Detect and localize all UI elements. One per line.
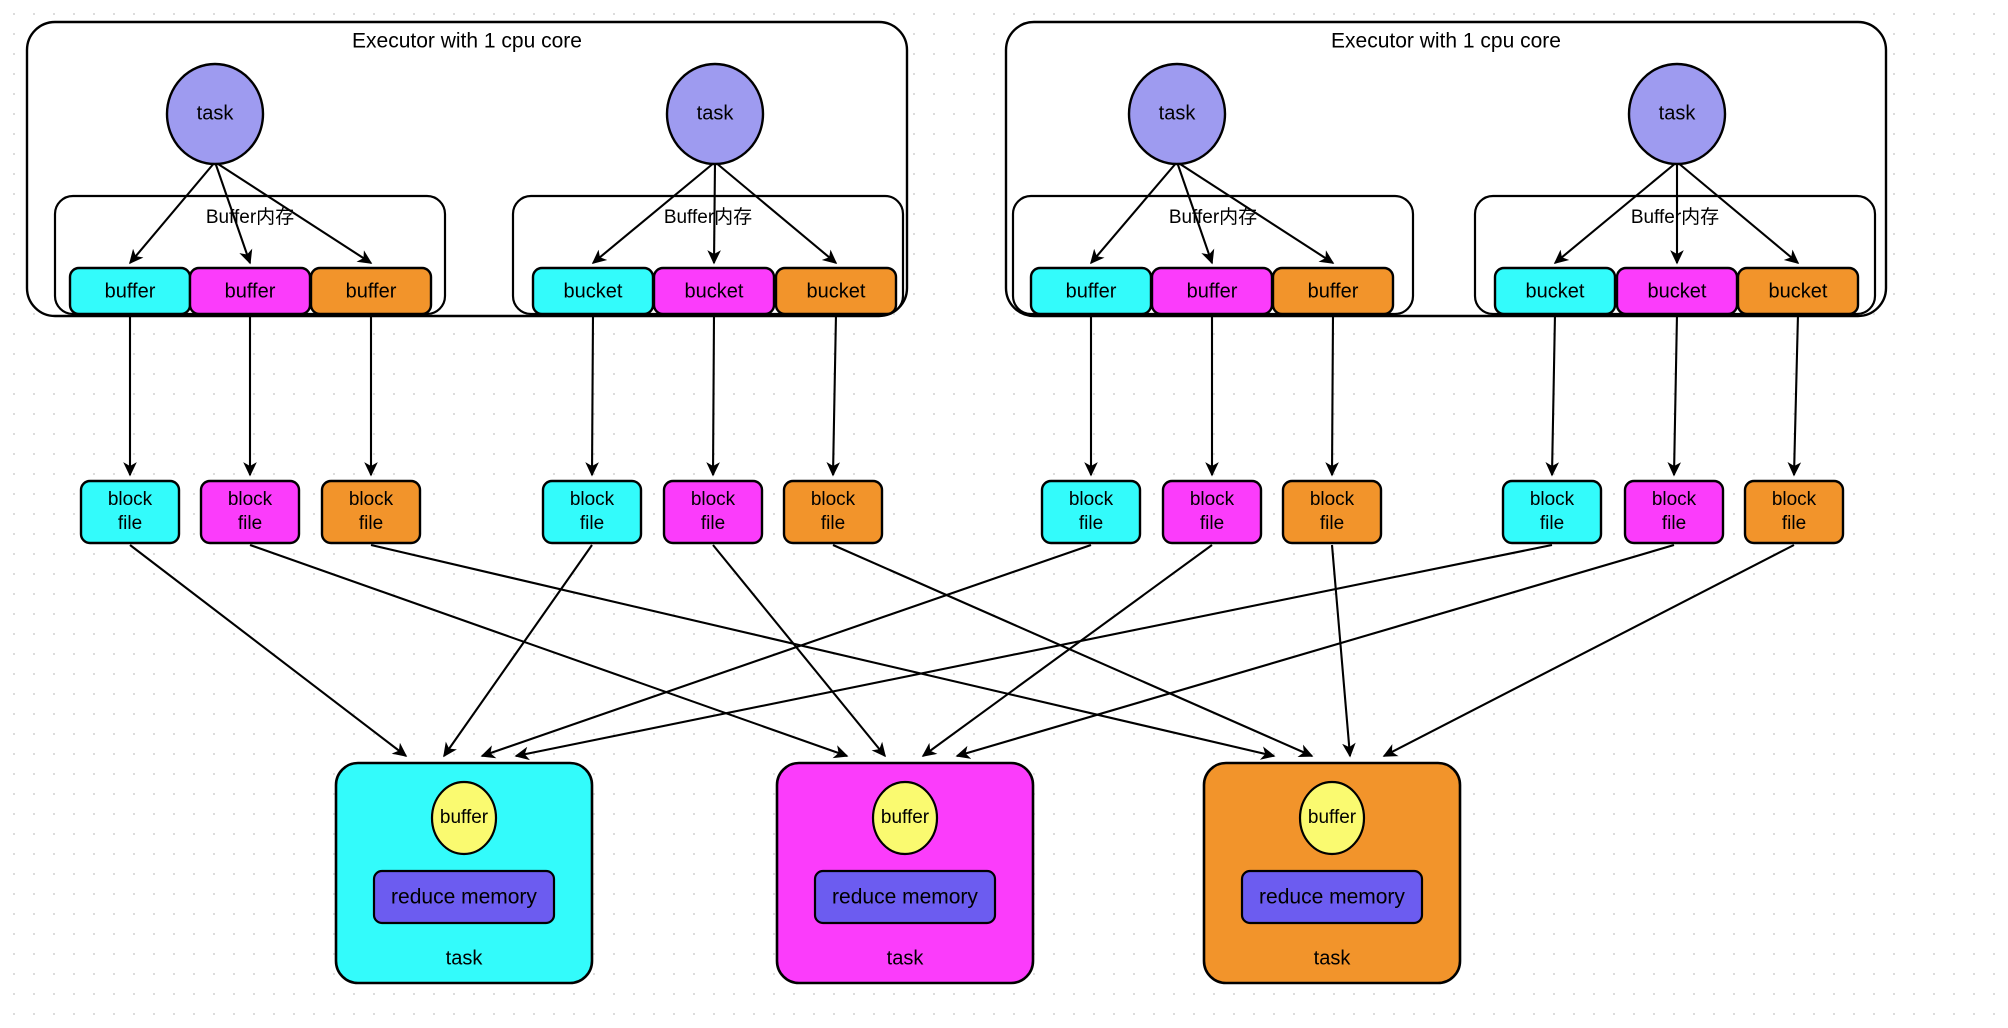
buffer-box-label-1-2: buffer [225, 280, 276, 302]
reduce-buffer-label-3: buffer [1308, 807, 1357, 828]
block-file-label1-9: block [1310, 489, 1355, 510]
block-file-label1-12: block [1772, 489, 1817, 510]
buffer-box-label-3-2: buffer [1187, 280, 1238, 302]
buffer-box-label-3-3: buffer [1308, 280, 1359, 302]
buffer-to-blockfile-edge-6 [826, 313, 841, 477]
executor-label-1: Executor with 1 cpu core [352, 30, 582, 53]
blockfile-to-reducetask-edge-7 [480, 544, 1092, 759]
block-file-label1-3: block [349, 489, 394, 510]
blockfile-to-reducetask-edge-11 [955, 543, 1675, 759]
block-file-label2-6: file [821, 513, 845, 534]
reduce-buffer-label-2: buffer [881, 807, 930, 828]
reduce-memory-label-1: reduce memory [391, 886, 537, 909]
map-task-label-1: task [197, 102, 235, 124]
blockfile-to-reducetask-edge-12 [1382, 544, 1795, 757]
block-file-label1-5: block [691, 489, 736, 510]
buffer-box-label-4-2: bucket [1648, 280, 1707, 302]
buffer-box-label-1-3: buffer [346, 280, 397, 302]
buffer-to-blockfile-edge-5 [706, 313, 720, 477]
buffer-box-label-4-3: bucket [1769, 280, 1828, 302]
reduce-memory-label-2: reduce memory [832, 886, 978, 909]
block-file-label1-10: block [1530, 489, 1575, 510]
block-file-label1-2: block [228, 489, 273, 510]
buffer-box-label-4-1: bucket [1526, 280, 1585, 302]
block-file-label1-1: block [108, 489, 153, 510]
block-file-label2-12: file [1782, 513, 1806, 534]
buffer-memory-label-3: Buffer内存 [1169, 206, 1257, 228]
map-task-label-2: task [697, 102, 735, 124]
block-file-label1-11: block [1652, 489, 1697, 510]
blockfile-to-reducetask-edge-1 [129, 544, 408, 757]
buffer-box-label-1-1: buffer [105, 280, 156, 302]
blockfile-to-reducetask-edge-5 [712, 544, 886, 758]
block-file-label2-2: file [238, 513, 262, 534]
block-file-label2-4: file [580, 513, 604, 534]
buffer-box-label-2-1: bucket [564, 280, 623, 302]
reduce-memory-label-3: reduce memory [1259, 886, 1405, 909]
reduce-task-label-2: task [887, 947, 925, 969]
buffer-box-label-3-1: buffer [1066, 280, 1117, 302]
block-file-label2-10: file [1540, 513, 1564, 534]
block-file-label2-11: file [1662, 513, 1686, 534]
executor-label-2: Executor with 1 cpu core [1331, 30, 1561, 53]
blockfile-to-reducetask-edge-3 [370, 543, 1276, 760]
map-task-label-4: task [1659, 102, 1697, 124]
block-file-label1-8: block [1190, 489, 1235, 510]
block-file-label2-8: file [1200, 513, 1224, 534]
block-file-label2-5: file [701, 513, 725, 534]
block-file-label1-4: block [570, 489, 615, 510]
block-file-label2-9: file [1320, 513, 1344, 534]
block-file-label2-7: file [1079, 513, 1103, 534]
buffer-memory-label-4: Buffer内存 [1631, 206, 1719, 228]
blockfile-to-reducetask-edge-2 [249, 544, 849, 759]
reduce-buffer-label-1: buffer [440, 807, 489, 828]
reduce-task-label-1: task [446, 947, 484, 969]
diagram-canvas: Executor with 1 cpu core Executor with 1 … [0, 0, 2008, 1028]
buffer-memory-label-1: Buffer内存 [206, 206, 294, 228]
reduce-task-label-3: task [1314, 947, 1352, 969]
buffer-memory-label-2: Buffer内存 [664, 206, 752, 228]
buffer-to-blockfile-edge-9 [1325, 313, 1339, 477]
buffer-to-blockfile-edge-11 [1667, 313, 1682, 477]
map-task-label-3: task [1159, 102, 1197, 124]
block-file-label2-1: file [118, 513, 142, 534]
block-file-label2-3: file [359, 513, 383, 534]
blockfile-to-reducetask-edge-6 [832, 544, 1314, 758]
block-file-label1-7: block [1069, 489, 1114, 510]
shuffle-diagram-svg: Executor with 1 cpu core Executor with 1 … [25, 20, 1888, 985]
blockfile-to-reducetask-edge-9 [1330, 544, 1356, 758]
buffer-to-blockfile-edge-4 [585, 313, 599, 477]
buffer-to-blockfile-edge-12 [1787, 313, 1802, 477]
block-file-label1-6: block [811, 489, 856, 510]
buffer-to-blockfile-edge-10 [1545, 313, 1560, 477]
blockfile-to-reducetask-edge-10 [514, 543, 1553, 761]
buffer-box-label-2-3: bucket [807, 280, 866, 302]
buffer-box-label-2-2: bucket [685, 280, 744, 302]
blockfile-to-reducetask-edge-4 [443, 544, 593, 758]
